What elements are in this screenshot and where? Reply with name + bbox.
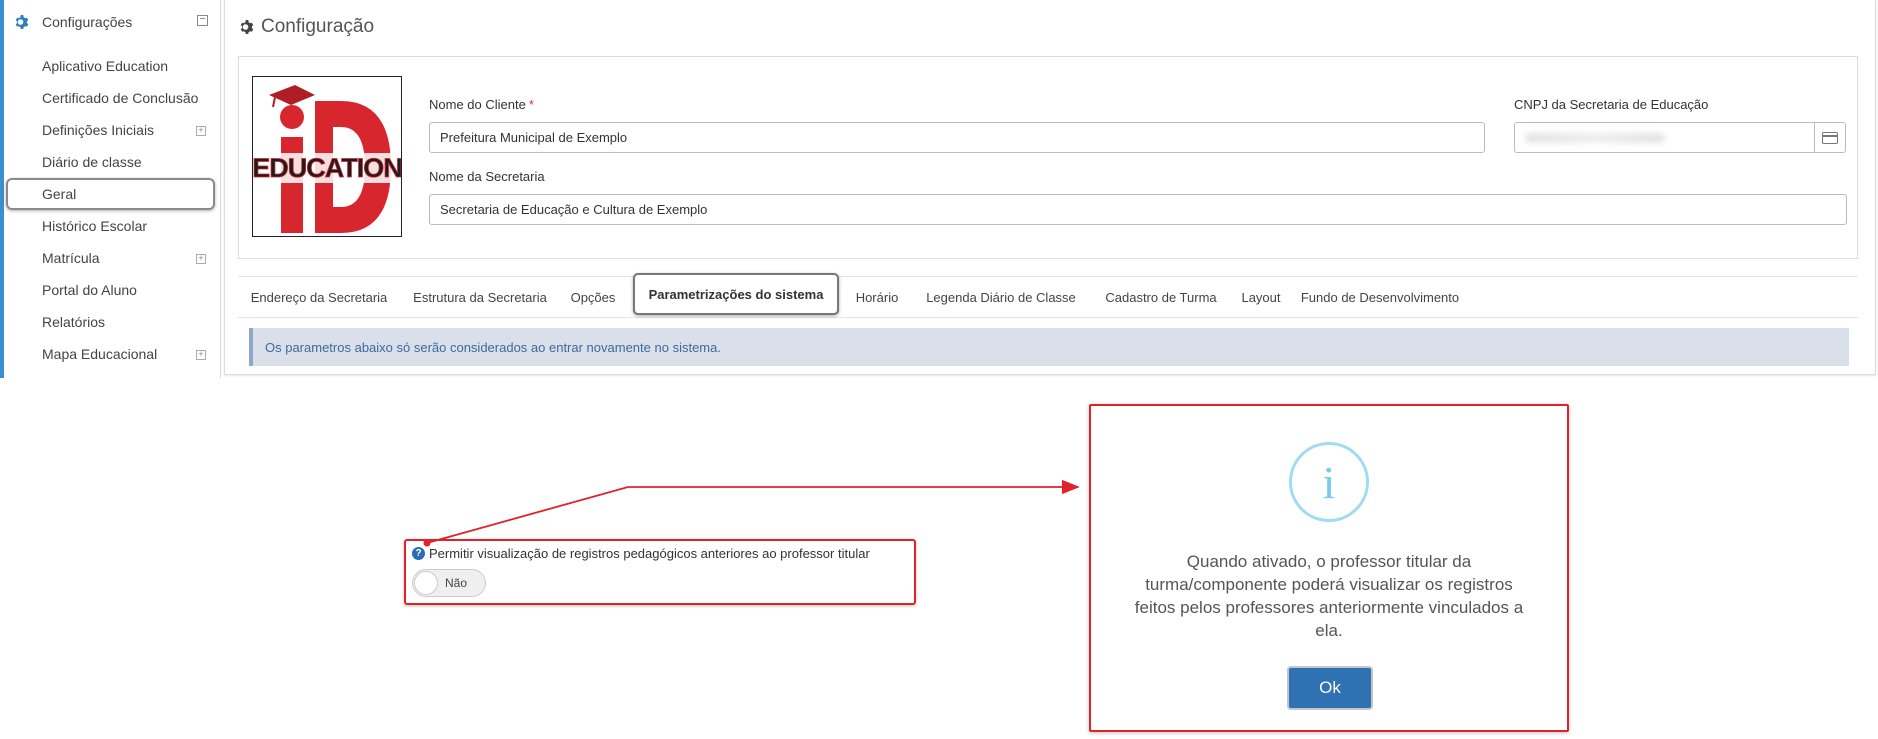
sidebar-item-geral[interactable]: Geral	[6, 178, 215, 210]
sidebar-item-label: Relatórios	[42, 314, 106, 330]
tab-estrutura-da-secretaria[interactable]: Estrutura da Secretaria	[400, 277, 560, 317]
sidebar-section-header[interactable]: Configurações −	[4, 8, 214, 36]
sidebar-item-portal-do-aluno[interactable]: Portal do Aluno	[4, 274, 218, 306]
sidebar-item-aplicativo-education[interactable]: Aplicativo Education	[4, 50, 218, 82]
expand-icon[interactable]: +	[196, 350, 206, 360]
collapse-icon[interactable]: −	[197, 15, 208, 26]
gear-icon	[15, 15, 29, 29]
sidebar-item-diario-de-classe[interactable]: Diário de classe	[4, 146, 218, 178]
setting-label: Permitir visualização de registros pedag…	[429, 546, 870, 561]
client-name-input[interactable]: Prefeitura Municipal de Exemplo	[429, 122, 1485, 153]
sidebar-item-label: Diário de classe	[42, 154, 142, 170]
secretaria-name-input[interactable]: Secretaria de Educação e Cultura de Exem…	[429, 194, 1847, 225]
client-info-box: EDUCATION Nome do Cliente * Prefeitura Mu…	[238, 56, 1858, 259]
configuration-panel: Configuração EDUCATION Nome do Cliente * …	[224, 0, 1876, 375]
sidebar-item-mapa-educacional[interactable]: Mapa Educacional +	[4, 338, 218, 370]
logo-wordmark: EDUCATION	[253, 153, 401, 183]
sidebar-item-label: Certificado de Conclusão	[42, 90, 199, 106]
tab-endereco-da-secretaria[interactable]: Endereço da Secretaria	[238, 277, 400, 317]
tab-fundo-de-desenvolvimento[interactable]: Fundo de Desenvolvimento	[1292, 277, 1468, 317]
tab-opcoes[interactable]: Opções	[560, 277, 626, 317]
highlighted-setting: ? Permitir visualização de registros ped…	[404, 539, 916, 605]
required-asterisk: *	[528, 97, 534, 112]
id-card-icon	[1814, 123, 1845, 152]
client-name-label: Nome do Cliente *	[429, 97, 534, 112]
sidebar-item-label: Matrícula	[42, 250, 100, 266]
ok-button[interactable]: Ok	[1287, 666, 1373, 710]
tab-parametrizacoes-do-sistema[interactable]: Parametrizações do sistema	[633, 273, 839, 315]
tab-horario[interactable]: Horário	[844, 277, 910, 317]
expand-icon[interactable]: +	[196, 254, 206, 264]
gear-icon	[240, 20, 254, 34]
sidebar-menu: Aplicativo Education Certificado de Conc…	[4, 50, 218, 370]
education-logo[interactable]: EDUCATION	[252, 76, 402, 237]
expand-icon[interactable]: +	[196, 126, 206, 136]
secretaria-name-value: Secretaria de Educação e Cultura de Exem…	[440, 202, 708, 217]
education-logo-image: EDUCATION	[253, 85, 401, 233]
sidebar-item-definicoes-iniciais[interactable]: Definições Iniciais +	[4, 114, 218, 146]
setting-toggle[interactable]: Não	[412, 569, 486, 597]
sidebar-item-label: Aplicativo Education	[42, 58, 169, 74]
settings-tabs: Endereço da Secretaria Estrutura da Secr…	[238, 273, 1858, 318]
sidebar-item-label: Portal do Aluno	[42, 282, 137, 298]
secretaria-name-label: Nome da Secretaria	[429, 169, 545, 184]
sidebar-item-relatorios[interactable]: Relatórios	[4, 306, 218, 338]
sidebar: Configurações − Aplicativo Education Cer…	[0, 0, 221, 378]
info-dialog: i Quando ativado, o professor titular da…	[1089, 404, 1569, 732]
page-title-text: Configuração	[261, 16, 375, 37]
client-name-value: Prefeitura Municipal de Exemplo	[440, 130, 628, 145]
tab-legenda-diario-de-classe[interactable]: Legenda Diário de Classe	[910, 277, 1092, 317]
cnpj-redacted-value	[1525, 132, 1665, 143]
toggle-value: Não	[445, 576, 468, 590]
tab-cadastro-de-turma[interactable]: Cadastro de Turma	[1092, 277, 1230, 317]
page-title: Configuração	[239, 14, 374, 40]
sidebar-item-matricula[interactable]: Matrícula +	[4, 242, 218, 274]
info-icon-glyph: i	[1322, 456, 1336, 508]
sidebar-item-label: Geral	[42, 186, 77, 202]
sidebar-item-certificado-de-conclusao[interactable]: Certificado de Conclusão	[4, 82, 218, 114]
sidebar-section-title: Configurações	[42, 14, 133, 30]
sidebar-item-label: Mapa Educacional	[42, 346, 158, 362]
info-alert: Os parametros abaixo só serão considerad…	[249, 328, 1849, 366]
sidebar-item-historico-escolar[interactable]: Histórico Escolar	[4, 210, 218, 242]
toggle-knob	[414, 571, 438, 595]
sidebar-item-label: Histórico Escolar	[42, 218, 148, 234]
cnpj-label: CNPJ da Secretaria de Educação	[1514, 97, 1709, 112]
info-icon: i	[1289, 442, 1369, 522]
sidebar-item-label: Definições Iniciais	[42, 122, 155, 138]
dialog-message: Quando ativado, o professor titular da t…	[1134, 552, 1524, 640]
tab-layout[interactable]: Layout	[1230, 277, 1292, 317]
cnpj-input[interactable]	[1514, 122, 1846, 153]
help-icon[interactable]: ?	[412, 547, 425, 560]
